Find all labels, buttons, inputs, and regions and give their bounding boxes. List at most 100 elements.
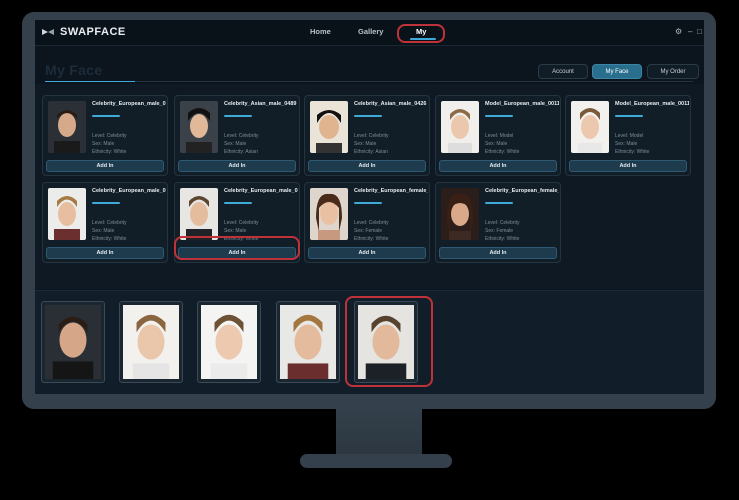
face-sex: Sex: Male [354, 141, 377, 147]
face-name: Celebrity_European_female_ 0326 [485, 188, 559, 194]
face-meta: Level: Celebrity Sex: Female Ethnicity: … [354, 219, 388, 243]
minimize-button[interactable]: – [688, 27, 692, 36]
face-level: Level: Celebrity [92, 133, 127, 139]
face-thumbnail [310, 101, 348, 153]
face-thumbnail [48, 101, 86, 153]
highlight-nav-my [397, 24, 445, 43]
face-level: Level: Celebrity [485, 220, 520, 226]
face-thumbnail [180, 101, 218, 153]
face-card[interactable]: Celebrity_European_male_0 30 Level: Cele… [42, 182, 168, 263]
add-in-button[interactable]: Add In [308, 247, 426, 259]
face-ethnicity: Ethnicity: Asian [354, 149, 388, 155]
name-accent-bar [354, 115, 382, 117]
face-level: Level: Celebrity [224, 133, 259, 139]
face-name: Celebrity_European_male_0 30 [92, 188, 166, 194]
title-bar: SWAPFACE Home Gallery My ⚙ – □ [35, 20, 704, 46]
face-ethnicity: Ethnicity: White [485, 236, 520, 242]
tab-my-order[interactable]: My Order [647, 64, 699, 79]
face-level: Level: Model [485, 133, 514, 139]
settings-icon[interactable]: ⚙ [675, 27, 682, 36]
tab-my-face[interactable]: My Face [592, 64, 642, 79]
app-logo: SWAPFACE [41, 26, 126, 38]
face-ethnicity: Ethnicity: Asian [224, 149, 258, 155]
face-name: Celebrity_European_male_0 24a [224, 188, 298, 194]
face-meta: Level: Celebrity Sex: Male Ethnicity: As… [224, 132, 258, 156]
swapface-logo-icon [42, 29, 54, 35]
gallery-face[interactable] [276, 301, 340, 383]
add-in-button[interactable]: Add In [308, 160, 426, 172]
header-divider [45, 81, 693, 82]
face-card[interactable]: Celebrity_Asian_male_0489 Level: Celebri… [174, 95, 300, 176]
face-meta: Level: Celebrity Sex: Male Ethnicity: As… [354, 132, 388, 156]
app-screen: SWAPFACE Home Gallery My ⚙ – □ My Face A… [35, 20, 704, 394]
face-level: Level: Celebrity [224, 220, 259, 226]
face-ethnicity: Ethnicity: White [92, 236, 127, 242]
name-accent-bar [354, 202, 382, 204]
face-sex: Sex: Male [224, 228, 247, 234]
face-level: Level: Model [615, 133, 644, 139]
face-name: Celebrity_European_male_0 26 [92, 101, 166, 107]
name-accent-bar [224, 202, 252, 204]
name-accent-bar [485, 115, 513, 117]
add-in-button[interactable]: Add In [178, 160, 296, 172]
add-in-button[interactable]: Add In [46, 247, 164, 259]
name-accent-bar [485, 202, 513, 204]
add-in-button[interactable]: Add In [439, 160, 557, 172]
face-ethnicity: Ethnicity: White [354, 236, 389, 242]
face-card[interactable]: Model_European_male_0011 Level: Model Se… [435, 95, 561, 176]
face-card-grid: Celebrity_European_male_0 26 Level: Cele… [35, 84, 704, 289]
add-in-button[interactable]: Add In [46, 160, 164, 172]
face-sex: Sex: Female [354, 228, 383, 234]
name-accent-bar [224, 115, 252, 117]
face-sex: Sex: Male [92, 141, 115, 147]
face-thumbnail [180, 188, 218, 240]
face-name: Celebrity_Asian_male_0426 [354, 101, 427, 107]
gallery-face[interactable] [197, 301, 261, 383]
face-card[interactable]: Model_European_male_0011 Level: Model Se… [565, 95, 691, 176]
name-accent-bar [92, 115, 120, 117]
face-meta: Level: Celebrity Sex: Male Ethnicity: Wh… [92, 219, 126, 243]
face-card[interactable]: Celebrity_European_female_ 0326 Level: C… [435, 182, 561, 263]
face-level: Level: Celebrity [354, 220, 389, 226]
face-sex: Sex: Male [615, 141, 638, 147]
face-name: Model_European_male_0011 [615, 101, 689, 107]
face-level: Level: Celebrity [354, 133, 389, 139]
highlight-add-in-button [174, 236, 300, 260]
app-name: SWAPFACE [60, 26, 126, 38]
tab-account[interactable]: Account [538, 64, 588, 79]
face-level: Level: Celebrity [92, 220, 127, 226]
face-thumbnail [441, 188, 479, 240]
face-meta: Level: Model Sex: Male Ethnicity: White [615, 132, 649, 156]
gallery-face[interactable] [119, 301, 183, 383]
face-card[interactable]: Celebrity_European_male_0 26 Level: Cele… [42, 95, 168, 176]
page-title: My Face [45, 62, 103, 78]
face-card[interactable]: Celebrity_Asian_male_0426 Level: Celebri… [304, 95, 430, 176]
monitor-stand-base [300, 454, 452, 468]
face-thumbnail [441, 101, 479, 153]
face-ethnicity: Ethnicity: White [92, 149, 127, 155]
face-meta: Level: Celebrity Sex: Female Ethnicity: … [485, 219, 519, 243]
header-divider-accent [45, 81, 135, 82]
face-name: Celebrity_European_female_ 0310 [354, 188, 428, 194]
face-meta: Level: Celebrity Sex: Male Ethnicity: Wh… [92, 132, 126, 156]
add-in-button[interactable]: Add In [569, 160, 687, 172]
face-thumbnail [48, 188, 86, 240]
highlight-selected-face [345, 296, 433, 387]
face-card[interactable]: Celebrity_European_female_ 0310 Level: C… [304, 182, 430, 263]
face-sex: Sex: Male [224, 141, 247, 147]
face-thumbnail [571, 101, 609, 153]
face-name: Model_European_male_0011 [485, 101, 559, 107]
maximize-button[interactable]: □ [697, 27, 702, 36]
nav-gallery[interactable]: Gallery [358, 27, 383, 36]
nav-home[interactable]: Home [310, 27, 331, 36]
face-sex: Sex: Male [92, 228, 115, 234]
face-sex: Sex: Male [485, 141, 508, 147]
monitor-stand-neck [336, 405, 422, 457]
gallery-face[interactable] [41, 301, 105, 383]
name-accent-bar [615, 115, 643, 117]
face-name: Celebrity_Asian_male_0489 [224, 101, 297, 107]
face-sex: Sex: Female [485, 228, 514, 234]
face-meta: Level: Model Sex: Male Ethnicity: White [485, 132, 519, 156]
face-ethnicity: Ethnicity: White [615, 149, 650, 155]
add-in-button[interactable]: Add In [439, 247, 557, 259]
